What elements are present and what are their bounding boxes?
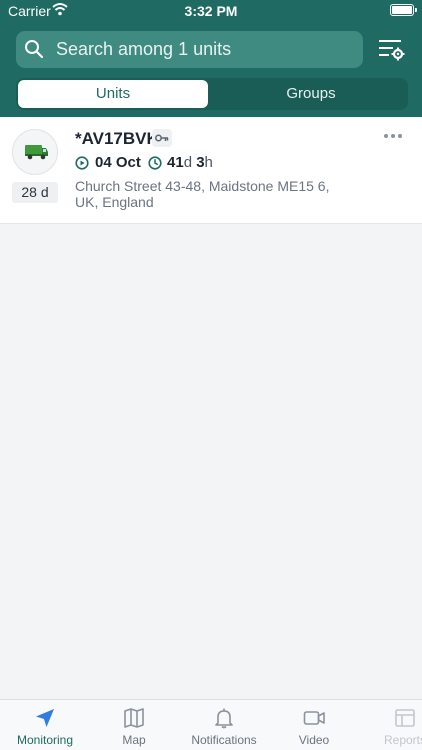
last-message-icon <box>75 156 89 170</box>
duration-hours-unit: h <box>204 154 213 171</box>
location-arrow-icon <box>36 709 54 727</box>
key-icon <box>152 129 172 147</box>
clock-icon <box>148 156 162 170</box>
tab-bar: Monitoring Map Notifications Video Repor… <box>0 699 422 750</box>
tab-map-label: Map <box>122 733 146 747</box>
tab-video[interactable]: Video <box>269 700 359 750</box>
map-icon <box>124 708 144 728</box>
tab-monitoring[interactable]: Monitoring <box>0 700 90 750</box>
video-icon <box>303 711 325 725</box>
search-icon <box>25 40 44 59</box>
unit-address: Church Street 43-48, Maidstone ME15 6, U… <box>75 178 330 210</box>
unit-age-badge: 28 d <box>12 182 58 203</box>
reports-icon <box>395 709 415 727</box>
unit-list-item[interactable]: 28 d *AV17BVK 04 Oct 41d 3h Church Stree… <box>0 117 422 224</box>
truck-icon <box>25 145 48 160</box>
unit-name: *AV17BVK <box>75 129 159 148</box>
last-message-date: 04 Oct <box>95 154 141 171</box>
tab-reports[interactable]: Reports <box>358 700 422 750</box>
duration-days-unit: d <box>183 154 193 171</box>
more-options-icon[interactable] <box>383 131 403 141</box>
search-bar[interactable] <box>16 31 363 68</box>
duration-days: 41 <box>167 154 184 171</box>
segment-groups[interactable]: Groups <box>216 80 406 108</box>
battery-icon <box>390 4 417 16</box>
tab-notifications-label: Notifications <box>191 733 257 747</box>
segment-units[interactable]: Units <box>18 80 208 108</box>
bell-icon <box>215 708 233 729</box>
duration-hours: 3 <box>196 154 205 171</box>
app-header: Carrier 3:32 PM Units Groups <box>0 0 422 117</box>
units-groups-segment: Units Groups <box>16 78 408 110</box>
search-input[interactable] <box>56 31 356 68</box>
filter-settings-icon[interactable] <box>375 35 407 65</box>
tab-notifications[interactable]: Notifications <box>179 700 269 750</box>
tab-monitoring-label: Monitoring <box>16 733 74 747</box>
tab-video-label: Video <box>298 733 330 747</box>
unit-avatar <box>12 129 58 175</box>
clock-time: 3:32 PM <box>184 3 238 19</box>
state-duration: 41d 3h <box>167 154 213 171</box>
tab-reports-label: Reports <box>383 733 422 747</box>
status-bar: Carrier 3:32 PM <box>0 0 422 22</box>
tab-map[interactable]: Map <box>89 700 179 750</box>
